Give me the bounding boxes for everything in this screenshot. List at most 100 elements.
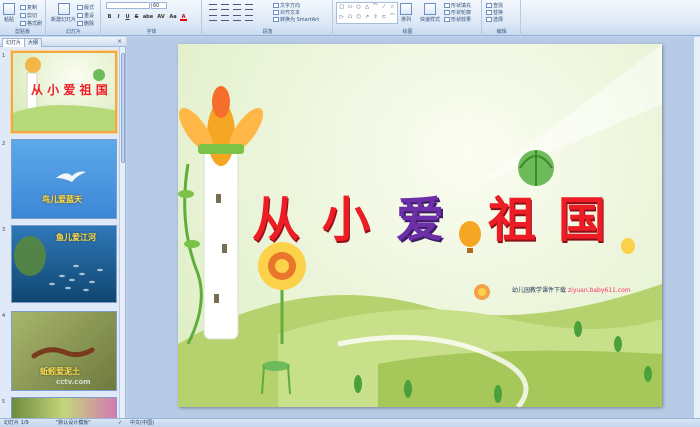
shape-item[interactable]: ⟋ (380, 4, 387, 13)
slide-thumbnail[interactable]: 鸟儿爱蓝天 (11, 139, 117, 219)
slide-title-char[interactable]: 爱 (396, 180, 444, 250)
shape-item[interactable]: ⬠ (346, 14, 353, 23)
spacing-button[interactable]: AV (156, 14, 166, 21)
copy-button[interactable]: 复制 (20, 4, 37, 11)
thumb-title: 鸟儿爱蓝天 (42, 194, 82, 204)
font-color-button[interactable]: A (180, 14, 187, 21)
cursor-icon (486, 17, 492, 22)
slide-editor: 从 小 爱 祖 国 幼儿园教学课件下载 ziyuan.baby611.com (127, 37, 700, 418)
slide-thumbnail[interactable]: 鱼儿爱江河 (11, 225, 117, 303)
brush-icon (20, 21, 26, 26)
smartart-button[interactable]: 转换为 SmartArt (273, 16, 319, 23)
new-slide-icon (57, 3, 70, 15)
paste-icon (3, 3, 15, 15)
credit-link[interactable]: ziyuan.baby611.com (568, 287, 631, 294)
shape-item[interactable]: ↗ (363, 14, 370, 23)
numbering-icon[interactable] (221, 4, 229, 10)
align-text-button[interactable]: 对齐文本 (273, 9, 300, 16)
slide-thumbnail[interactable]: 蚯蚓爱泥土 cctv.com (11, 311, 117, 391)
arrange-icon (400, 3, 412, 15)
delete-slide-button[interactable]: 删除 (77, 20, 94, 27)
bullets-icon[interactable] (209, 4, 217, 10)
shape-item[interactable]: ⇧ (372, 14, 379, 23)
shape-outline-button[interactable]: 形状轮廓 (444, 9, 471, 16)
find-button[interactable]: 查找 (486, 2, 503, 9)
theme-name: "默认设计模板" (56, 420, 91, 426)
text-direction-button[interactable]: 文字方向 (273, 2, 300, 9)
new-slide-button[interactable]: 新建幻灯片 (51, 3, 76, 23)
align-left-icon[interactable] (209, 15, 217, 21)
replace-button[interactable]: 替换 (486, 9, 503, 16)
slide-thumbnail[interactable] (11, 397, 117, 418)
shape-item[interactable]: ⌒ (372, 4, 379, 13)
thumb-number: 2 (2, 141, 6, 147)
watermark: cctv.com (56, 378, 91, 386)
thumb-title: 从 小 爱 祖 国 (31, 83, 108, 97)
editing-group: 查找 替换 选择 编辑 (483, 0, 521, 36)
text-direction-icon (273, 3, 279, 8)
paste-button[interactable]: 粘贴 (3, 3, 15, 23)
thumb-number: 4 (2, 313, 6, 319)
slide-title-char[interactable]: 祖 (488, 180, 536, 250)
italic-button[interactable]: I (115, 14, 122, 21)
slide-thumbnail[interactable]: 从 小 爱 祖 国 (11, 51, 117, 133)
effects-icon (444, 17, 450, 22)
shape-fill-button[interactable]: 形状填充 (444, 2, 471, 9)
justify-icon[interactable] (245, 15, 253, 21)
layout-button[interactable]: 版式 (77, 4, 94, 11)
shape-item[interactable]: ⬡ (355, 14, 362, 23)
change-case-button[interactable]: Aa (168, 14, 178, 21)
decrease-indent-icon[interactable] (233, 4, 241, 10)
shape-item[interactable]: ☆ (389, 4, 396, 13)
close-icon[interactable]: × (117, 38, 122, 45)
slide-indicator: 幻灯片 1/9 (4, 420, 29, 426)
arrange-button[interactable]: 排列 (400, 3, 412, 23)
strikethrough-button[interactable]: S (133, 14, 140, 21)
thumb-number: 1 (2, 53, 6, 59)
tab-outline[interactable]: 大纲 (24, 38, 43, 47)
ribbon: 粘贴 复制 剪切 格式刷 剪贴板 新建幻灯片 版式 重设 删除 幻灯片 60 B… (0, 0, 700, 36)
select-button[interactable]: 选择 (486, 16, 503, 23)
format-painter-button[interactable]: 格式刷 (20, 20, 42, 27)
increase-indent-icon[interactable] (245, 4, 253, 10)
panel-scrollbar[interactable] (119, 47, 125, 418)
reset-button[interactable]: 重设 (77, 12, 94, 19)
shape-gallery[interactable]: □ ▭ ○ △ ⌒ ⟋ ☆ ▷ ⬠ ⬡ ↗ ⇧ ⊂ ⌒ (336, 2, 398, 24)
editor-scrollbar[interactable] (693, 37, 700, 418)
shape-item[interactable]: □ (338, 4, 345, 13)
slide-title-char[interactable]: 国 (558, 180, 606, 250)
shadow-button[interactable]: abe (142, 14, 154, 21)
cut-button[interactable]: 剪切 (20, 12, 37, 19)
credit-label: 幼儿园教学课件下载 (512, 287, 567, 294)
shape-item[interactable]: ⊂ (380, 14, 387, 23)
clipboard-group-label: 剪贴板 (14, 29, 30, 35)
shape-item[interactable]: ○ (355, 4, 362, 13)
shape-item[interactable]: ▷ (338, 14, 345, 23)
language-indicator: 中文(中国) (130, 420, 154, 426)
paragraph-group: 文字方向 对齐文本 转换为 SmartArt 段落 (203, 0, 333, 36)
slide-title-char[interactable]: 小 (322, 180, 370, 250)
reset-icon (77, 13, 83, 18)
quick-styles-button[interactable]: 快速样式 (420, 3, 440, 23)
scrollbar-thumb[interactable] (121, 53, 125, 163)
outline-icon (444, 10, 450, 15)
binoculars-icon (486, 3, 492, 8)
shape-item[interactable]: △ (363, 4, 370, 13)
align-text-icon (273, 10, 279, 15)
spell-check-icon[interactable]: ✓ (118, 419, 122, 427)
align-center-icon[interactable] (221, 15, 229, 21)
thumb-title: 鱼儿爱江河 (56, 232, 96, 242)
slide-title-char[interactable]: 从 (252, 180, 300, 250)
underline-button[interactable]: U (124, 14, 131, 21)
shape-item[interactable]: ▭ (346, 4, 353, 13)
shape-item[interactable]: ⌒ (389, 14, 396, 23)
tab-slides[interactable]: 幻灯片 (2, 38, 26, 47)
font-size-select[interactable]: 60 (151, 2, 167, 9)
editing-group-label: 编辑 (496, 29, 507, 35)
align-right-icon[interactable] (233, 15, 241, 21)
shape-effects-button[interactable]: 形状效果 (444, 16, 471, 23)
thumb-number: 5 (2, 399, 6, 405)
bold-button[interactable]: B (106, 14, 113, 21)
slide-canvas[interactable]: 从 小 爱 祖 国 幼儿园教学课件下载 ziyuan.baby611.com (178, 44, 662, 407)
font-name-select[interactable] (106, 2, 150, 9)
